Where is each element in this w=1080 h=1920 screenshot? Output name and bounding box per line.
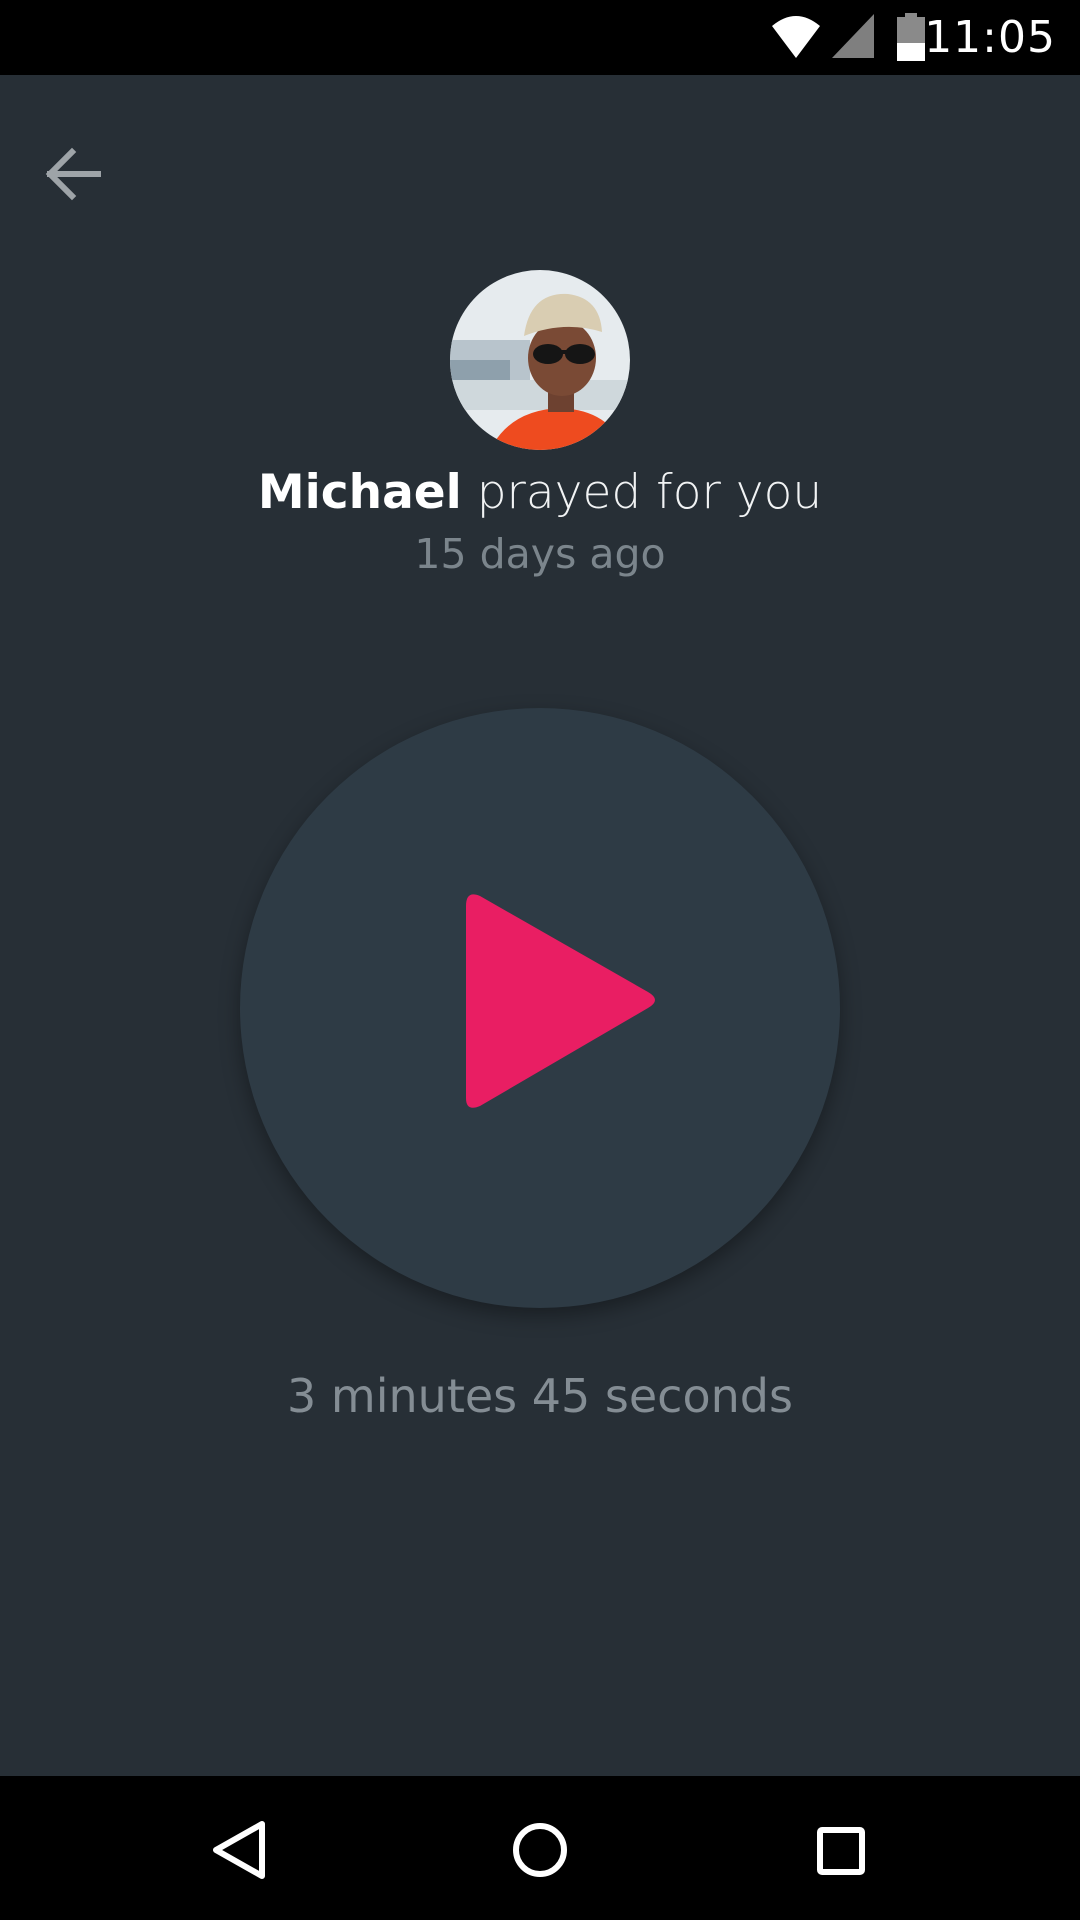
- avatar-photo: [450, 270, 630, 450]
- play-icon: [466, 894, 655, 1108]
- nav-home-button[interactable]: [490, 1798, 590, 1898]
- recording-duration: 3 minutes 45 seconds: [287, 1369, 793, 1423]
- prayer-timestamp: 15 days ago: [414, 530, 666, 578]
- recents-square-icon: [817, 1827, 865, 1875]
- wifi-icon: [770, 12, 822, 64]
- nav-back-button[interactable]: [190, 1798, 290, 1898]
- signal-icon: [830, 12, 876, 64]
- battery-icon: [896, 13, 926, 65]
- avatar: [450, 270, 630, 450]
- back-triangle-icon: [213, 1821, 265, 1879]
- sender-name: Michael: [257, 465, 462, 520]
- status-bar: 11:05: [0, 0, 1080, 75]
- back-button[interactable]: [36, 134, 116, 214]
- play-button[interactable]: [240, 708, 840, 1308]
- nav-recents-button[interactable]: [790, 1798, 890, 1898]
- navigation-bar: [0, 1776, 1080, 1920]
- prayer-action-text: prayed for you: [461, 465, 823, 520]
- home-circle-icon: [513, 1823, 567, 1877]
- prayer-headline: Michael prayed for you: [0, 462, 1080, 524]
- screen: 11:05 Michael prayed for you 15 days ago…: [0, 0, 1080, 1920]
- arrow-left-icon: [45, 147, 101, 201]
- status-clock: 11:05: [924, 12, 1056, 63]
